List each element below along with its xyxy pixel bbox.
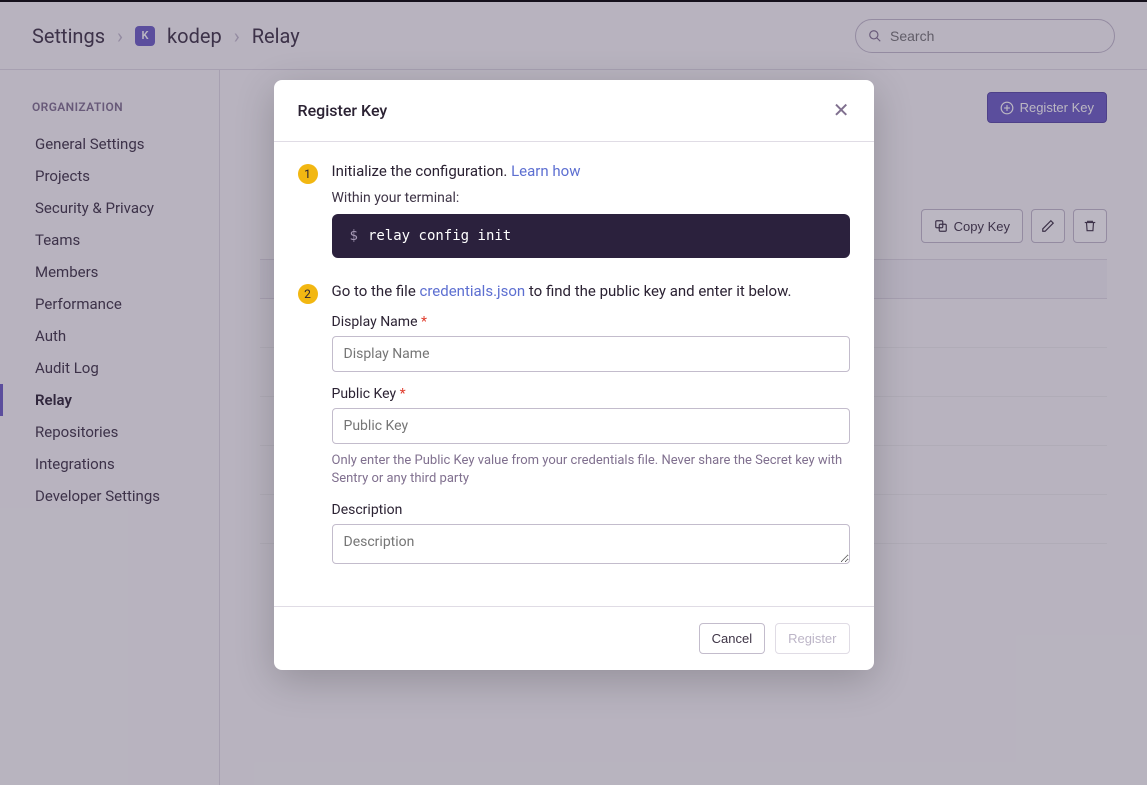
modal-title: Register Key	[298, 101, 388, 120]
publickey-label: Public Key *	[332, 386, 850, 402]
step2-pre: Go to the file	[332, 282, 420, 300]
step1-text: Initialize the configuration.	[332, 162, 508, 180]
step2-post: to find the public key and enter it belo…	[525, 282, 791, 300]
credentials-link[interactable]: credentials.json	[420, 282, 526, 300]
close-icon[interactable]: ✕	[833, 98, 850, 123]
terminal-command: $ relay config init	[332, 214, 850, 258]
displayname-input[interactable]	[332, 336, 850, 372]
learn-how-link[interactable]: Learn how	[511, 162, 580, 180]
displayname-label: Display Name *	[332, 314, 850, 330]
publickey-input[interactable]	[332, 408, 850, 444]
command-text: relay config init	[368, 228, 511, 244]
cancel-button[interactable]: Cancel	[699, 623, 765, 654]
description-label: Description	[332, 502, 850, 518]
register-button[interactable]: Register	[775, 623, 849, 654]
description-input[interactable]	[332, 524, 850, 564]
step-badge-2: 2	[298, 284, 318, 304]
modal-overlay: Register Key ✕ 1 Initialize the configur…	[0, 0, 1147, 785]
publickey-hint: Only enter the Public Key value from you…	[332, 452, 850, 488]
prompt-icon: $	[350, 228, 358, 244]
register-key-modal: Register Key ✕ 1 Initialize the configur…	[274, 80, 874, 670]
step-badge-1: 1	[298, 164, 318, 184]
step1-sub: Within your terminal:	[332, 190, 850, 206]
